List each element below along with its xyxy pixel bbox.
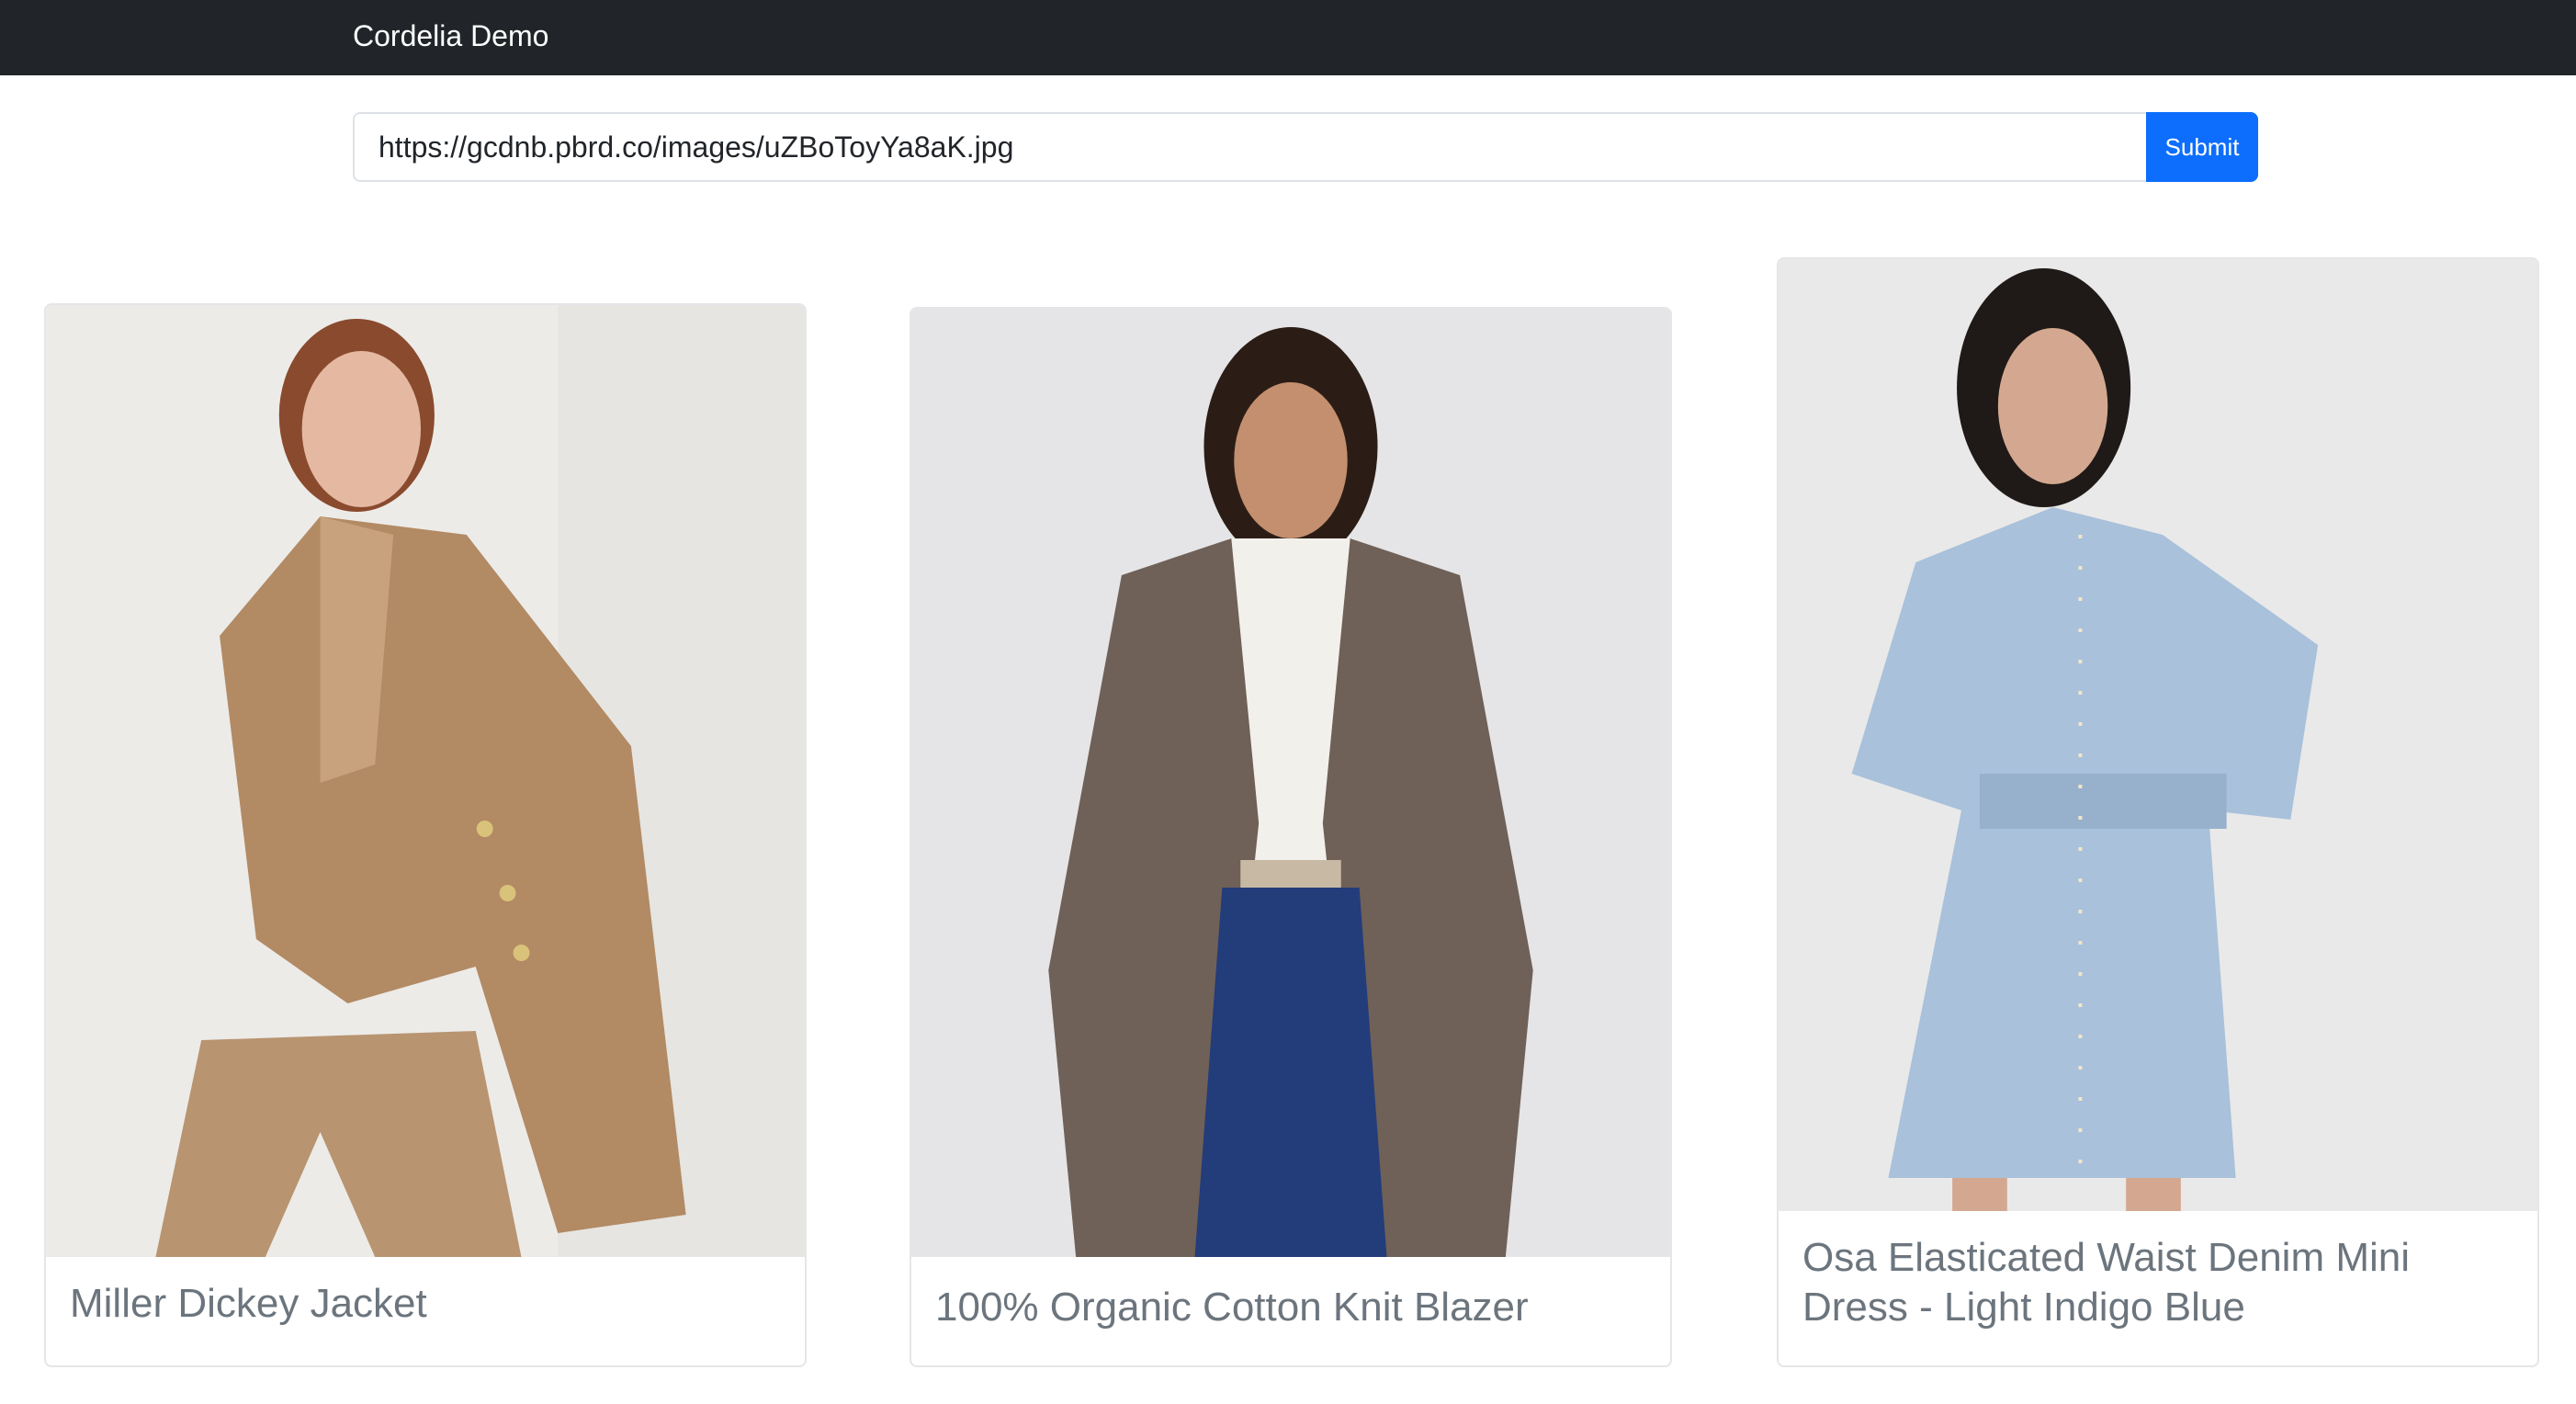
- navbar: Cordelia Demo: [0, 0, 2576, 75]
- product-card: Osa Elasticated Waist Denim Mini Dress -…: [1777, 257, 2539, 1367]
- product-card: Miller Dickey Jacket: [44, 303, 807, 1367]
- product-title[interactable]: Miller Dickey Jacket: [70, 1279, 781, 1329]
- product-image: [46, 305, 805, 1257]
- product-image: [1779, 259, 2537, 1211]
- submit-button[interactable]: Submit: [2146, 112, 2258, 182]
- image-url-input[interactable]: [353, 112, 2147, 182]
- product-image: [911, 309, 1670, 1257]
- navbar-brand[interactable]: Cordelia Demo: [353, 18, 548, 53]
- product-title[interactable]: 100% Organic Cotton Knit Blazer: [935, 1283, 1646, 1332]
- product-card: 100% Organic Cotton Knit Blazer: [910, 307, 1672, 1367]
- product-title[interactable]: Osa Elasticated Waist Denim Mini Dress -…: [1802, 1233, 2514, 1332]
